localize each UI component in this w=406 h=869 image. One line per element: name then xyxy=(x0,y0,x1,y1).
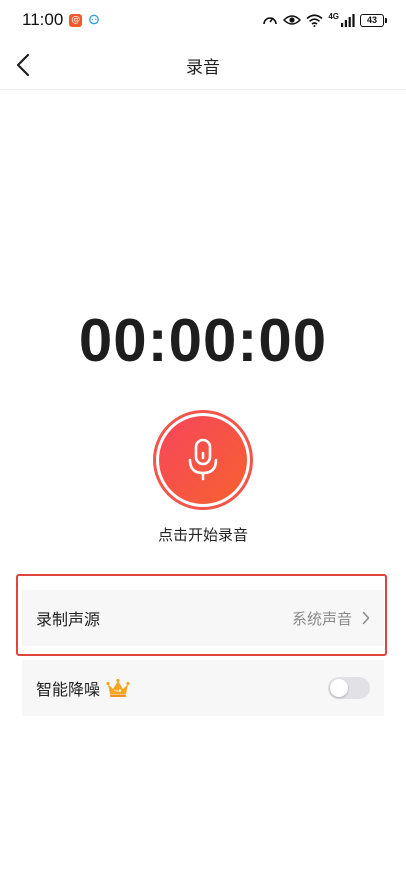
recording-timer: 00:00:00 xyxy=(78,306,328,374)
noise-reduction-label: 智能降噪 xyxy=(36,680,101,699)
noise-reduction-toggle[interactable] xyxy=(328,677,370,699)
vip-crown-icon xyxy=(106,678,130,698)
wifi-icon xyxy=(306,13,323,27)
status-right: 4G 43 xyxy=(262,12,387,27)
chevron-left-icon xyxy=(16,53,30,77)
back-button[interactable] xyxy=(8,48,38,82)
data-speed-icon xyxy=(262,13,278,27)
page-title: 录音 xyxy=(186,57,220,78)
recording-source-value: 系统声音 xyxy=(291,609,352,628)
network-type-label: 4G xyxy=(328,12,339,21)
recording-source-right: 系统声音 xyxy=(292,608,370,629)
nav-bar: 录音 xyxy=(0,40,406,90)
chat-notification-icon xyxy=(88,14,100,26)
eye-icon xyxy=(283,14,302,26)
battery-icon: 43 xyxy=(360,13,387,27)
status-left: 11:00 @ xyxy=(22,10,100,30)
noise-reduction-row: 智能降噪 xyxy=(22,660,384,716)
recording-source-label: 录制声源 xyxy=(36,610,101,629)
status-bar: 11:00 @ 4G 43 xyxy=(0,0,406,40)
app-notification-icon: @ xyxy=(69,13,83,27)
record-button[interactable] xyxy=(153,410,253,510)
signal-icon xyxy=(341,13,355,27)
toggle-knob xyxy=(330,679,348,697)
microphone-icon xyxy=(188,438,218,481)
noise-reduction-left: 智能降噪 xyxy=(36,676,130,700)
status-time: 11:00 xyxy=(22,10,64,29)
recording-source-row[interactable]: 录制声源 系统声音 xyxy=(22,590,384,646)
record-hint: 点击开始录音 xyxy=(157,526,248,544)
chevron-right-icon xyxy=(362,611,370,625)
record-button-inner xyxy=(159,416,247,504)
